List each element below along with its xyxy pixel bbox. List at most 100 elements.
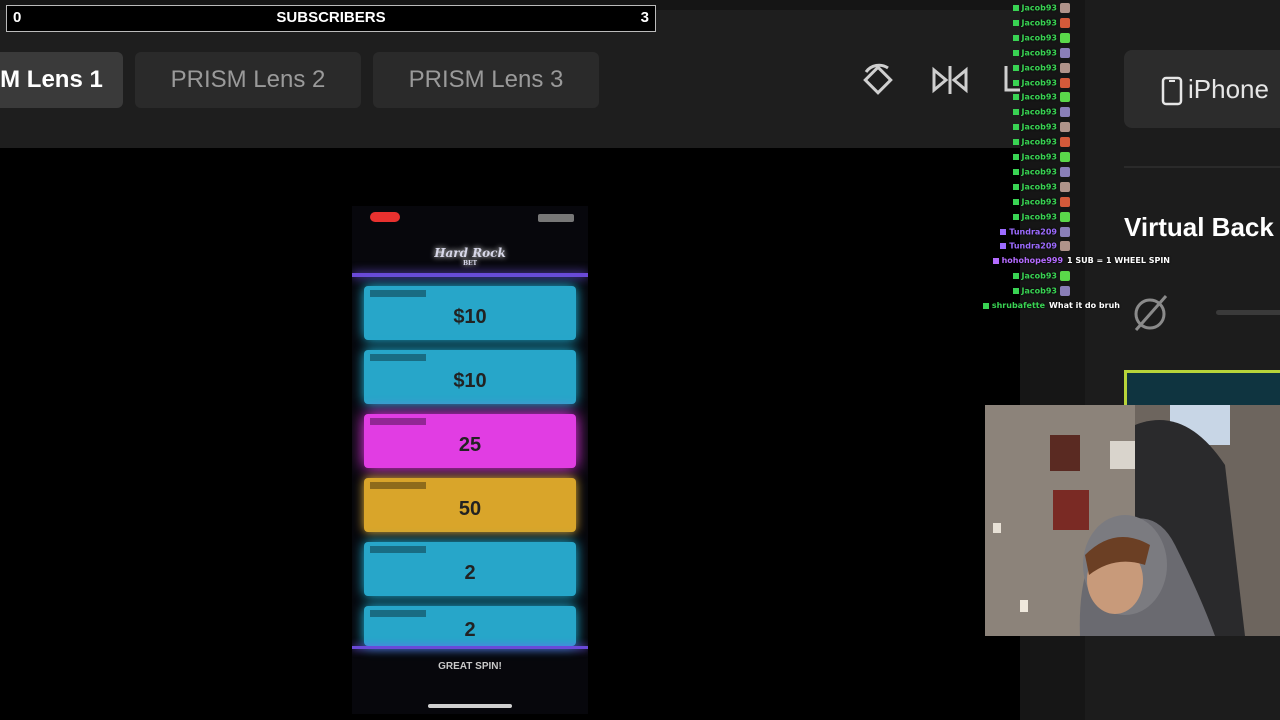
tab-lens-2[interactable]: PRISM Lens 2: [135, 52, 361, 108]
chat-badge: [1012, 49, 1019, 56]
card-tag: [370, 290, 426, 297]
card-value: 50: [458, 497, 482, 520]
status-time: [370, 212, 400, 222]
tab-lens-3[interactable]: PRISM Lens 3: [373, 52, 599, 108]
rotate-icon[interactable]: [858, 60, 898, 100]
chat-badge: [1012, 213, 1019, 220]
chat-text: What it do bruh: [1049, 301, 1120, 310]
chat-message: Jacob93: [1012, 62, 1070, 77]
chat-avatar: [1060, 47, 1070, 58]
chat-message: Jacob93: [1012, 181, 1070, 196]
prize-card[interactable]: 2: [364, 542, 576, 596]
chat-username: Jacob93: [1021, 3, 1057, 13]
prize-card[interactable]: 50: [364, 478, 576, 532]
chat-badge: [1012, 154, 1019, 160]
chat-username: Jacob93: [1021, 152, 1057, 162]
chat-avatar: [1060, 286, 1070, 297]
chat-badge: [1012, 109, 1019, 116]
subscriber-count-right: 3: [640, 9, 649, 26]
card-tag: [370, 610, 426, 617]
chat-message: Tundra209: [1000, 226, 1070, 241]
card-value: 2: [464, 561, 476, 584]
chat-badge: [1012, 124, 1019, 131]
chat-username: Tundra209: [1009, 241, 1057, 251]
chat-username: Jacob93: [1021, 182, 1057, 192]
chat-username: Jacob93: [1021, 63, 1057, 73]
header-divider: [352, 273, 588, 277]
chat-badge: [1012, 34, 1019, 41]
chat-badge: [1012, 139, 1019, 146]
chat-message: Jacob93: [1012, 286, 1070, 300]
subscriber-title: SUBSCRIBERS: [276, 9, 386, 26]
card-tag: [370, 354, 426, 361]
prize-card[interactable]: $10: [364, 286, 576, 340]
chat-username: Jacob93: [1021, 107, 1057, 117]
chat-message: Jacob93: [1012, 122, 1070, 136]
logo-sub: BET: [462, 260, 478, 267]
chat-username: Jacob93: [1021, 33, 1057, 43]
chat-avatar: [1060, 122, 1070, 133]
card-tag: [370, 482, 426, 489]
chat-message: Jacob93: [1012, 92, 1070, 106]
chat-username: Jacob93: [1021, 92, 1057, 102]
chat-avatar: [1060, 92, 1070, 103]
chat-username: Jacob93: [1021, 167, 1057, 177]
prize-card[interactable]: 2: [364, 606, 576, 646]
chat-text: 1 SUB = 1 WHEEL SPIN: [1067, 256, 1170, 266]
phone-screen: Hard Rock BET $10 $10 25 50 2 2 GREAT SPI…: [352, 206, 588, 714]
subscriber-goal-bar: 0 SUBSCRIBERS 3: [6, 5, 656, 32]
chat-message: Jacob93: [1012, 47, 1070, 62]
chat-badge: [1012, 168, 1019, 175]
prize-card[interactable]: $10: [364, 350, 576, 404]
virtual-background-title: Virtual Back: [1124, 212, 1274, 242]
tab-label: M Lens 1: [0, 66, 103, 93]
chat-badge: [1012, 79, 1019, 86]
prize-card-selected[interactable]: 25: [364, 414, 576, 468]
chat-avatar: [1060, 181, 1070, 192]
slider-track[interactable]: [1216, 310, 1280, 315]
chat-badge: [992, 257, 999, 264]
chat-badge: [982, 302, 989, 309]
card-value: $10: [453, 305, 487, 328]
chat-message: Jacob93: [1012, 196, 1070, 211]
chat-avatar: [1060, 17, 1070, 28]
chat-message: Jacob93: [1012, 107, 1070, 121]
chat-username: hohohope999: [1001, 256, 1064, 266]
tab-label: PRISM Lens 2: [170, 66, 326, 93]
chat-username: Tundra209: [1009, 227, 1057, 236]
chat-message: Jacob93: [1012, 152, 1070, 166]
chat-avatar: [1060, 62, 1070, 73]
chat-message: Jacob93: [1012, 77, 1070, 92]
chat-message: Jacob93: [1012, 17, 1070, 32]
device-label: iPhone: [1188, 74, 1269, 104]
chat-badge: [1012, 273, 1019, 280]
chat-badge: [1012, 64, 1019, 71]
chat-message: Jacob93: [1012, 137, 1070, 151]
logo-text: Hard Rock: [434, 246, 506, 260]
chat-avatar: [1060, 241, 1070, 252]
slashed-circle-icon[interactable]: [1128, 290, 1172, 338]
chat-avatar: [1060, 77, 1070, 88]
chat-overlay: Jacob93 Jacob93 Jacob93 Jacob93 Jacob93 Jacob…: [950, 3, 1170, 323]
chat-avatar: [1060, 32, 1070, 43]
tab-lens-1[interactable]: M Lens 1: [0, 52, 123, 108]
chat-avatar: [1060, 196, 1070, 207]
divider: [1124, 166, 1280, 168]
chat-badge: [1012, 183, 1019, 190]
card-value: 2: [464, 618, 476, 641]
card-value: $10: [453, 369, 487, 392]
chat-badge: [1012, 288, 1019, 295]
card-value: 25: [458, 433, 482, 456]
chat-badge: [1000, 243, 1007, 250]
chat-message: Jacob93: [1012, 211, 1070, 226]
chat-avatar: [1060, 226, 1070, 237]
footer-divider: [352, 646, 588, 649]
chat-username: Jacob93: [1021, 271, 1057, 281]
chat-message: Jacob93: [1012, 3, 1070, 17]
device-button[interactable]: iPhone: [1124, 50, 1280, 128]
chat-badge: [1000, 228, 1007, 235]
chat-message: Jacob93: [1012, 32, 1070, 47]
chat-avatar: [1060, 211, 1070, 222]
spin-result-text: GREAT SPIN!: [438, 661, 502, 672]
chat-username: Jacob93: [1021, 212, 1057, 222]
